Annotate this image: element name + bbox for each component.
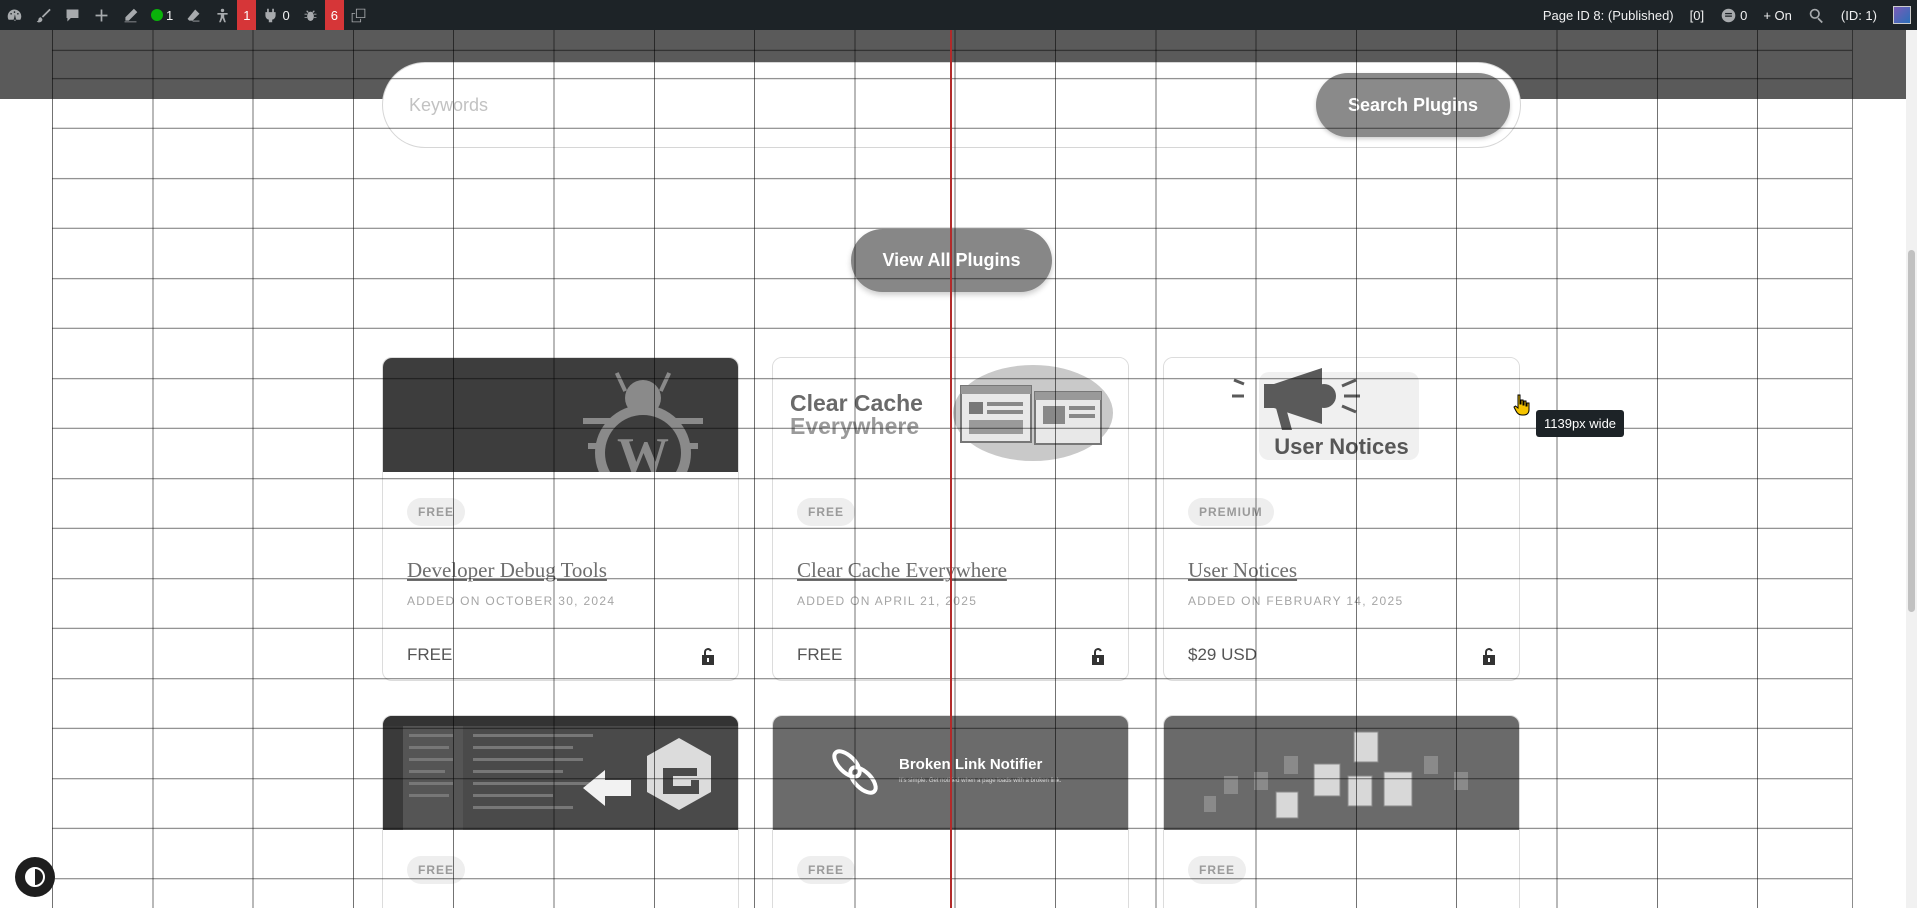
unlock-icon — [702, 648, 714, 665]
new-content-plus-icon[interactable] — [87, 0, 116, 30]
customize-brush-icon[interactable] — [29, 0, 58, 30]
avatar[interactable] — [1893, 6, 1911, 24]
notes[interactable]: 0 — [1712, 0, 1755, 30]
plugin-updates[interactable]: 0 — [256, 0, 295, 30]
eraser-icon[interactable] — [179, 0, 208, 30]
price-badge: FREE — [797, 856, 856, 884]
plugin-card-developer-debug-tools[interactable]: W FREE Developer Debug Tools ADDED ON OC… — [382, 357, 739, 681]
status-indicator[interactable]: 1 — [145, 0, 179, 30]
card-image[interactable] — [383, 716, 738, 830]
gravity-forms-screenshot-illustration — [383, 716, 738, 830]
price-badge: FREE — [797, 498, 856, 526]
dashboard-icon[interactable] — [0, 0, 29, 30]
search-icon[interactable] — [1800, 0, 1833, 30]
card-title[interactable]: User Notices — [1188, 558, 1297, 583]
edit-pencil-icon[interactable] — [116, 0, 145, 30]
dark-mode-toggle[interactable] — [15, 857, 55, 897]
user-notices-logo-text: User Notices — [1274, 434, 1409, 459]
broken-link-icon — [832, 749, 878, 795]
card-title[interactable]: Clear Cache Everywhere — [797, 558, 1007, 583]
notes-count: 0 — [1740, 7, 1748, 23]
status-dot-icon — [151, 9, 163, 21]
search-input[interactable] — [409, 85, 1259, 125]
svg-text:W: W — [617, 428, 669, 472]
price-badge: PREMIUM — [1188, 498, 1274, 526]
clear-cache-logo-text: Clear Cache Everywhere — [790, 392, 923, 438]
page-id-status[interactable]: Page ID 8: (Published) — [1535, 0, 1682, 30]
admin-bar: 1 1 0 6 Page ID 8: (Published) [0] 0 + O… — [0, 0, 1917, 30]
price-badge: FREE — [407, 856, 466, 884]
card-price: $29 USD — [1188, 645, 1257, 664]
unlock-icon — [1483, 648, 1495, 665]
logo-line-2: Everywhere — [790, 413, 920, 439]
debug-bug-wordpress-icon: W — [583, 372, 703, 472]
comments-icon[interactable] — [58, 0, 87, 30]
card-image[interactable]: W — [383, 358, 738, 472]
price-badge: FREE — [407, 498, 466, 526]
broken-link-tagline: It's simple. Get notified when a page lo… — [899, 778, 1062, 784]
card-price: FREE — [407, 645, 453, 664]
scrollbar-thumb[interactable] — [1908, 250, 1915, 612]
plugin-card-user-notices[interactable]: User Notices PREMIUM User Notices ADDED … — [1163, 357, 1520, 681]
card-image[interactable]: User Notices — [1164, 358, 1519, 472]
accessibility-icon[interactable] — [208, 0, 237, 30]
copy-icon[interactable] — [344, 0, 373, 30]
width-tooltip: 1139px wide — [1536, 410, 1625, 437]
card-price: FREE — [797, 645, 843, 664]
search-plugins-button[interactable]: Search Plugins — [1316, 73, 1510, 137]
center-guide-line — [950, 30, 952, 908]
bug-count-badge[interactable]: 6 — [324, 0, 344, 30]
card-date: ADDED ON OCTOBER 30, 2024 — [407, 594, 616, 608]
price-badge: FREE — [1188, 856, 1247, 884]
logo-line-1: Clear Cache — [790, 390, 923, 416]
bracket-counter[interactable]: [0] — [1682, 0, 1712, 30]
card-date: ADDED ON FEBRUARY 14, 2025 — [1188, 594, 1404, 608]
unlock-icon — [1092, 648, 1104, 665]
toggle-on[interactable]: + On — [1755, 0, 1800, 30]
hand-pointer-cursor-icon — [1513, 394, 1530, 416]
plugin-card-gravity-forms-tool[interactable]: FREE — [382, 715, 739, 908]
plugin-count: 0 — [282, 7, 290, 23]
bug-icon[interactable] — [296, 0, 325, 30]
accessibility-count-badge[interactable]: 1 — [237, 0, 257, 30]
card-title[interactable]: Developer Debug Tools — [407, 558, 607, 583]
plugin-card-documents[interactable]: FREE — [1163, 715, 1520, 908]
broken-link-logo-text: Broken Link Notifier — [899, 756, 1043, 773]
card-image[interactable] — [1164, 716, 1519, 830]
plugin-icon — [265, 8, 277, 22]
grid-right-edge — [1852, 30, 1853, 908]
contrast-icon — [25, 867, 45, 887]
notes-icon — [1721, 8, 1736, 22]
user-id[interactable]: (ID: 1) — [1833, 0, 1885, 30]
status-count: 1 — [166, 7, 174, 23]
documents-illustration — [1204, 731, 1468, 819]
